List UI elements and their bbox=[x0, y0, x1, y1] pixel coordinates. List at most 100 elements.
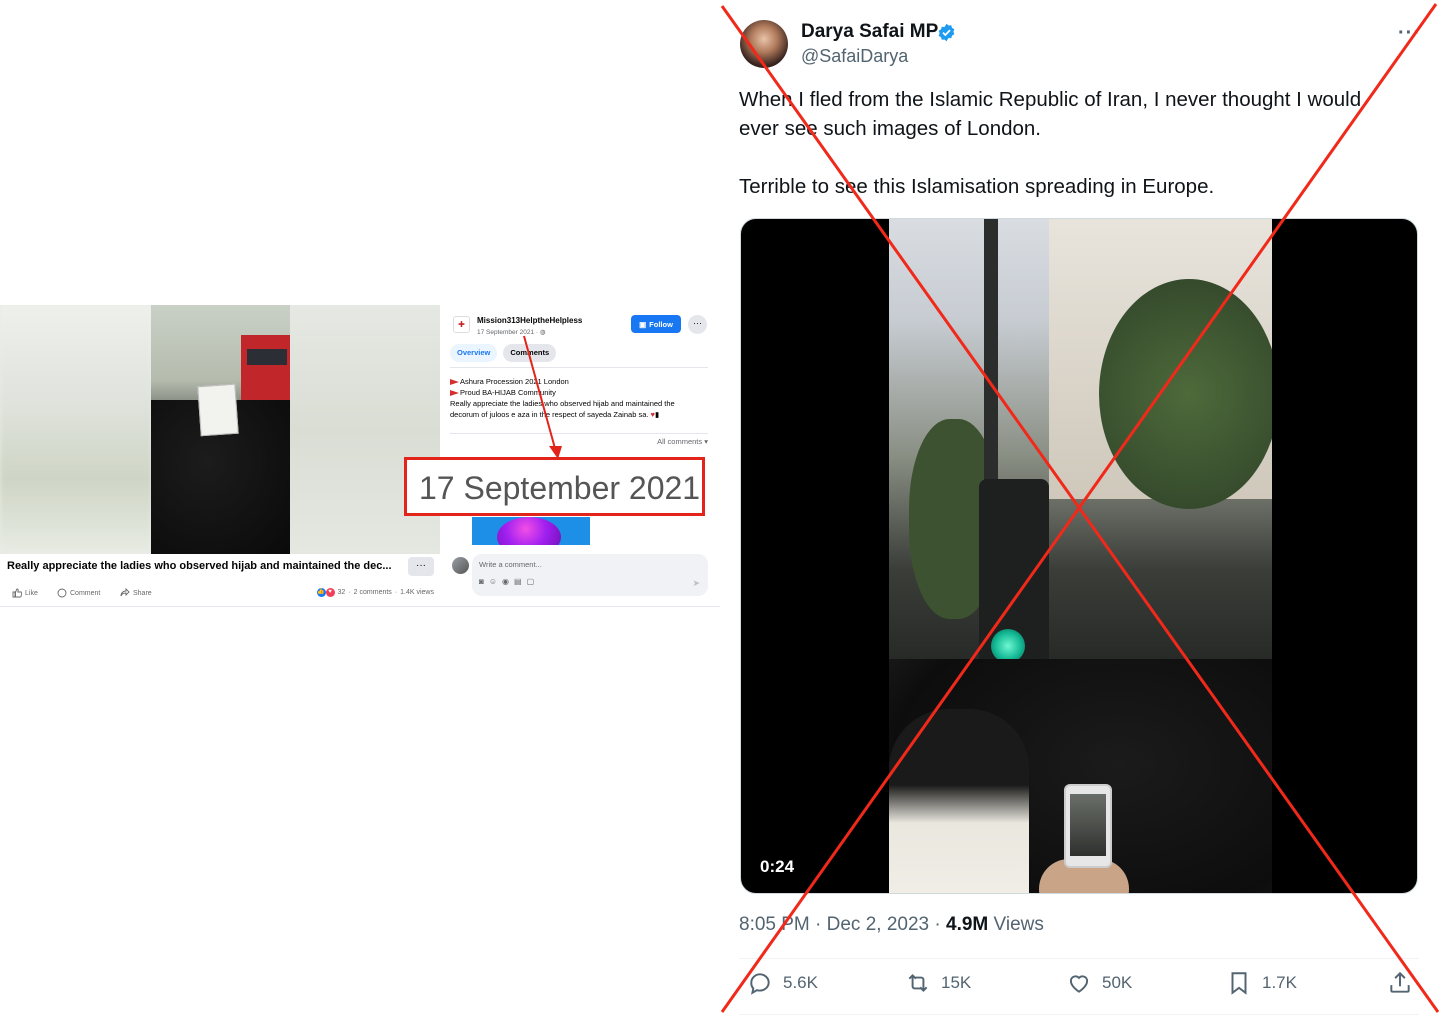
comment-label: Comment bbox=[70, 589, 101, 597]
facebook-post-panel: ✚ Mission313HelptheHelpless 17 September… bbox=[440, 305, 720, 607]
all-comments-filter[interactable]: All comments ▾ bbox=[657, 437, 708, 446]
send-icon[interactable]: ➤ bbox=[692, 578, 700, 589]
facebook-video[interactable] bbox=[0, 305, 440, 554]
camera-icon[interactable]: ◉ bbox=[502, 577, 509, 586]
video-blurred-edge-left bbox=[0, 305, 152, 554]
tweet-video[interactable]: 0:24 bbox=[740, 218, 1418, 894]
share-button[interactable] bbox=[1387, 970, 1413, 996]
tweet-screenshot: Darya Safai MP @SafaiDarya ··· When I fl… bbox=[720, 0, 1440, 1015]
view-count: 4.9M bbox=[946, 914, 989, 935]
tweet-metadata: 8:05 PM · Dec 2, 2023 · 4.9M Views bbox=[739, 914, 1044, 936]
share-button[interactable]: Share bbox=[120, 588, 152, 598]
verified-badge-icon bbox=[938, 23, 955, 42]
avatar[interactable] bbox=[452, 557, 469, 574]
flag-emoji-icon: ▮ bbox=[655, 410, 660, 419]
video-caption: Really appreciate the ladies who observe… bbox=[7, 560, 392, 572]
purple-balloon bbox=[497, 517, 561, 545]
share-label: Share bbox=[133, 589, 152, 597]
post-stats: 👍 ♥ 32 · 2 comments · 1.4K views bbox=[316, 588, 434, 597]
divider bbox=[739, 958, 1419, 959]
video-blurred-edge-right bbox=[290, 305, 440, 554]
caption-more-button[interactable]: ··· bbox=[408, 557, 434, 576]
follow-icon: ▣ bbox=[639, 319, 647, 329]
view-count: 1.4K views bbox=[400, 589, 434, 596]
avatar-sticker-icon[interactable]: ◙ bbox=[479, 577, 484, 586]
reply-button[interactable]: 5.6K bbox=[747, 970, 818, 996]
author-name[interactable]: Darya Safai MP bbox=[801, 21, 938, 43]
bookmark-count: 1.7K bbox=[1262, 973, 1297, 992]
chevron-down-icon: ▾ bbox=[704, 437, 708, 446]
bookmark-icon bbox=[1231, 972, 1247, 995]
video-caption-bar: Really appreciate the ladies who observe… bbox=[0, 554, 440, 580]
more-options-icon[interactable]: ··· bbox=[1398, 22, 1421, 45]
divider bbox=[450, 367, 708, 368]
date-highlight-callout: 17 September 2021 bbox=[404, 457, 705, 516]
red-flag-icon bbox=[450, 390, 459, 397]
facebook-action-bar: Like Comment Share 👍 ♥ 32 · 2 comments ·… bbox=[0, 585, 440, 603]
globe-icon: ◍ bbox=[539, 329, 546, 336]
love-reaction-icon: ♥ bbox=[325, 588, 335, 597]
post-line: Ashura Procession 2021 London bbox=[450, 376, 712, 387]
tweet-time[interactable]: 8:05 PM · Dec 2, 2023 · bbox=[739, 914, 941, 935]
emoji-icon[interactable]: ☺ bbox=[489, 577, 497, 586]
like-label: Like bbox=[25, 589, 38, 597]
green-light bbox=[991, 629, 1025, 663]
bus-window bbox=[247, 349, 287, 365]
reply-count: 5.6K bbox=[783, 973, 818, 992]
reply-icon bbox=[750, 973, 770, 995]
comment-input[interactable]: Write a comment... ◙ ☺ ◉ ▤ ▢ ➤ bbox=[472, 554, 708, 596]
retweet-count: 15K bbox=[941, 973, 972, 992]
tab-overview[interactable]: Overview bbox=[450, 344, 498, 362]
comment-image-thumbnail[interactable] bbox=[472, 517, 590, 545]
avatar[interactable] bbox=[740, 20, 788, 68]
tab-comments[interactable]: Comments bbox=[503, 344, 557, 362]
retweet-icon bbox=[908, 974, 928, 992]
post-date-text: 17 September 2021 · bbox=[477, 329, 539, 336]
retweet-button[interactable]: 15K bbox=[905, 970, 971, 996]
post-text: Ashura Procession 2021 London Proud BA-H… bbox=[450, 376, 712, 420]
post-more-button[interactable]: ··· bbox=[688, 315, 707, 334]
post-date[interactable]: 17 September 2021 · ◍ bbox=[477, 328, 546, 336]
share-icon bbox=[1390, 971, 1410, 993]
divider bbox=[0, 606, 720, 607]
reaction-count[interactable]: 32 bbox=[338, 589, 346, 596]
comment-placeholder: Write a comment... bbox=[479, 560, 542, 569]
page-logo-icon[interactable]: ✚ bbox=[453, 316, 470, 333]
facebook-post-screenshot: Really appreciate the ladies who observe… bbox=[0, 305, 720, 607]
stats-separator: · bbox=[394, 589, 398, 596]
post-line-text: Proud BA-HIJAB Community bbox=[460, 388, 556, 397]
phone bbox=[1064, 784, 1112, 868]
thumbs-up-icon bbox=[12, 588, 22, 598]
like-count: 50K bbox=[1102, 973, 1133, 992]
date-highlight-text: 17 September 2021 bbox=[419, 470, 701, 506]
post-line-text: decorum of juloos e aza in the respect o… bbox=[450, 410, 649, 419]
video-frame bbox=[889, 219, 1272, 893]
tweet-text-line: ever see such images of London. bbox=[739, 117, 1041, 140]
tweet-text-line: When I fled from the Islamic Republic of… bbox=[739, 88, 1362, 111]
foreground-person bbox=[889, 709, 1029, 893]
comment-tools: ◙ ☺ ◉ ▤ ▢ bbox=[479, 577, 534, 586]
gif-icon[interactable]: ▤ bbox=[514, 577, 522, 586]
post-line-text: Ashura Procession 2021 London bbox=[460, 377, 569, 386]
comment-button[interactable]: Comment bbox=[57, 588, 100, 598]
post-line: Really appreciate the ladies who observe… bbox=[450, 399, 675, 408]
like-button[interactable]: Like bbox=[12, 588, 38, 598]
bookmark-button[interactable]: 1.7K bbox=[1226, 970, 1297, 996]
sticker-icon[interactable]: ▢ bbox=[527, 577, 535, 586]
red-flag-icon bbox=[450, 379, 459, 386]
post-tabs: Overview Comments bbox=[450, 344, 557, 362]
phone-screen bbox=[1070, 794, 1106, 856]
stats-separator: · bbox=[348, 589, 351, 596]
like-reaction-icon: 👍 bbox=[316, 588, 326, 597]
author-handle[interactable]: @SafaiDarya bbox=[801, 46, 908, 67]
follow-label: Follow bbox=[649, 319, 673, 329]
comment-count[interactable]: 2 comments bbox=[354, 589, 392, 596]
page-name[interactable]: Mission313HelptheHelpless bbox=[477, 316, 582, 325]
like-button[interactable]: 50K bbox=[1066, 970, 1132, 996]
post-line: decorum of juloos e aza in the respect o… bbox=[450, 409, 712, 420]
follow-button[interactable]: ▣ Follow bbox=[631, 315, 681, 333]
video-frame bbox=[151, 305, 290, 554]
placard bbox=[197, 383, 239, 437]
heart-icon bbox=[1069, 975, 1089, 993]
tweet-action-bar: 5.6K 15K 50K 1.7K bbox=[739, 970, 1429, 1004]
